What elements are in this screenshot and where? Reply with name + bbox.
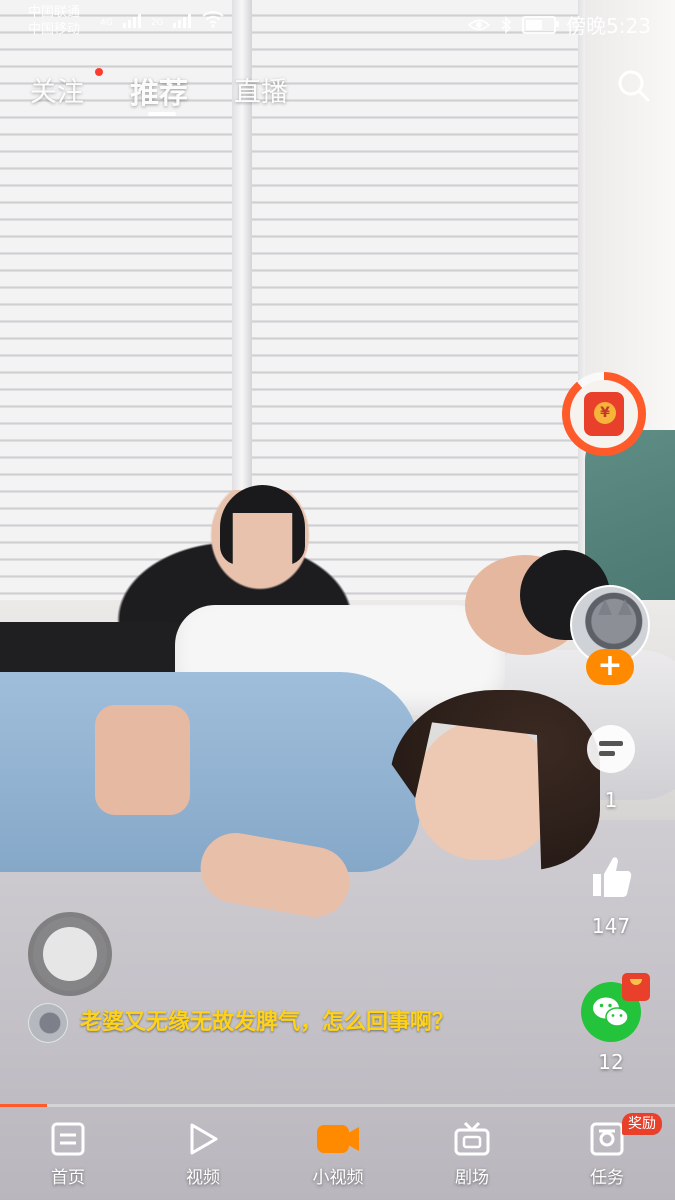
tab-recommend[interactable]: 推荐 [130,70,188,112]
notification-dot [95,68,103,76]
tab-live[interactable]: 直播 [234,70,288,109]
comment-button[interactable] [587,725,635,773]
video-woman-sweater [0,672,420,872]
nav-tasks-label: 任务 [590,1168,624,1188]
bottom-navigation: 首页 视频 小视频 剧场 任务 [0,1107,675,1200]
wifi-icon [202,11,225,28]
active-tab-indicator [148,112,176,116]
status-time: 傍晚5:23 [566,14,651,38]
signal-bars-icon [122,14,141,28]
nav-video[interactable]: 视频 [153,1119,253,1188]
search-icon[interactable] [616,68,652,104]
like-count: 147 [591,914,631,938]
eye-comfort-icon [468,19,491,30]
nav-short-video[interactable]: 小视频 [288,1119,388,1188]
redpack-inner: ¥ [570,380,638,448]
play-icon [190,1123,218,1155]
avatar-cat-ear [618,599,632,615]
video-caption[interactable]: 老婆又无缘无故发脾气，怎么回事啊？ [80,1006,500,1039]
carrier-1: 中国联通 [28,5,81,20]
nav-home[interactable]: 首页 [18,1119,118,1188]
comment-count: 1 [604,788,618,812]
avatar-cat-ear [598,599,612,615]
comment-icon-line [599,751,615,756]
thumbs-up-icon[interactable] [583,848,639,904]
share-count: 12 [598,1050,624,1074]
signal-bars-icon [173,14,192,28]
video-woman-waist [95,705,190,815]
carrier-2: 中国移动 [28,22,81,37]
follow-button[interactable]: + [586,649,634,685]
coin-icon: ¥ [594,402,616,424]
nav-short-video-label: 小视频 [312,1168,364,1188]
comment-icon-line [599,741,623,746]
task-icon [590,1122,624,1156]
floating-assistive-button[interactable] [28,912,112,996]
battery-icon [522,15,560,34]
home-icon [51,1122,85,1156]
share-redpack-icon [622,973,650,1001]
bluetooth-icon [501,15,512,34]
status-right: 傍晚5:23 [468,10,651,39]
network-type-1: 4G [100,18,113,28]
carrier-labels: 中国联通 中国移动 [28,4,80,38]
network-type-2: 2G [150,18,164,28]
nav-video-label: 视频 [186,1168,220,1188]
status-bar: 中国联通 中国移动 4G 2G 傍晚5:23 [0,0,675,44]
redpack-timer-button[interactable]: ¥ [562,372,646,456]
short-video-icon [317,1125,359,1153]
app-screen: 中国联通 中国移动 4G 2G 傍晚5:23 关注 推荐 直播 ¥ + 1 14… [0,0,675,1200]
tab-follow[interactable]: 关注 [30,70,84,109]
nav-theater-label: 剧场 [455,1168,489,1188]
caption-author-avatar[interactable] [28,1003,68,1043]
reward-badge: 奖励 [622,1113,662,1135]
nav-theater[interactable]: 剧场 [422,1119,522,1188]
nav-home-label: 首页 [51,1168,85,1188]
video-woman-face [415,720,555,860]
red-envelope-icon: ¥ [584,392,624,436]
tv-icon [454,1121,490,1156]
signal-indicators: 4G 2G [100,10,225,28]
